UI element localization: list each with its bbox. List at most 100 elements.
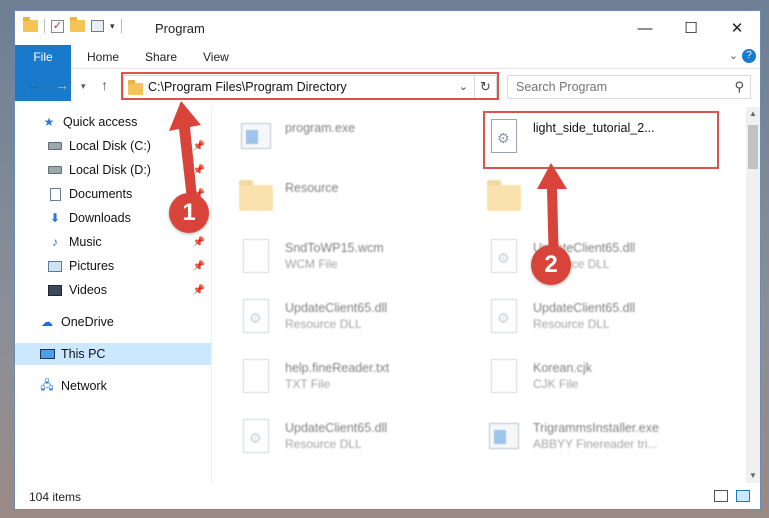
file-type: WCM File — [285, 257, 338, 271]
file-name: UpdateClient65.dll — [285, 301, 388, 315]
pin-icon[interactable]: 📌 — [193, 261, 205, 272]
music-icon: ♪ — [52, 235, 58, 249]
sidebar-item-label: Network — [61, 379, 107, 393]
search-input[interactable] — [516, 80, 716, 94]
toolbar-divider — [44, 19, 45, 33]
window-title: Program — [155, 21, 205, 36]
sidebar-item-videos[interactable]: Videos 📌 — [15, 279, 211, 301]
new-folder-icon[interactable] — [70, 17, 85, 32]
document-icon — [47, 187, 63, 201]
drive-icon — [47, 139, 63, 153]
sidebar-item-label: Downloads — [69, 211, 131, 225]
target-file-highlight-box — [483, 111, 719, 169]
customize-dropdown-icon[interactable]: ▾ — [110, 21, 115, 32]
exe-icon — [239, 119, 273, 159]
folder-icon — [487, 179, 521, 219]
sidebar-item-label: This PC — [61, 347, 106, 361]
star-icon: ★ — [43, 115, 55, 129]
file-icon — [239, 359, 273, 399]
dll-icon: ⚙ — [239, 419, 273, 459]
sidebar-item-label: Videos — [69, 283, 107, 297]
file-item[interactable]: program.exe — [215, 111, 455, 167]
back-arrow-icon[interactable]: ← — [27, 77, 41, 93]
file-item[interactable]: ⚙ UpdateClient65.dll Resource DLL — [215, 291, 455, 347]
close-button[interactable]: ✕ — [714, 11, 760, 45]
file-item[interactable]: help.fineReader.txt TXT File — [215, 351, 455, 407]
pin-icon[interactable]: 📌 — [193, 285, 205, 296]
help-icon[interactable]: ? — [742, 49, 756, 63]
forward-arrow-icon[interactable]: → — [55, 77, 69, 93]
file-name: SndToWP15.wcm — [285, 241, 384, 255]
file-name: Korean.cjk — [533, 361, 593, 375]
dll-icon: ⚙ — [487, 239, 521, 279]
minimize-button[interactable]: — — [622, 11, 668, 45]
tab-share[interactable]: Share — [133, 45, 189, 69]
file-name: help.fineReader.txt — [285, 361, 390, 375]
folder-icon[interactable] — [23, 17, 38, 32]
network-icon: 🖧 — [40, 377, 54, 392]
properties-check-icon[interactable]: ✓ — [51, 19, 64, 33]
sidebar-item-label: Local Disk (D:) — [69, 163, 151, 177]
file-item[interactable]: TrigrammsInstaller.exe ABBYY Finereader … — [463, 411, 703, 467]
navigation-bar: ← → ▾ ↑ C:\Program Files\Program Directo… — [15, 69, 760, 103]
file-icon — [487, 359, 521, 399]
large-icons-view-icon[interactable] — [736, 490, 750, 502]
file-type: CJK File — [533, 377, 579, 391]
ribbon: File Home Share View ⌄ ? — [15, 45, 760, 101]
tab-home[interactable]: Home — [75, 45, 131, 69]
toolbar-divider — [120, 19, 122, 33]
pictures-icon — [47, 259, 63, 273]
file-type: ABBYY Finereader tri... — [533, 437, 658, 451]
sidebar-item-label: Documents — [69, 187, 133, 201]
file-item[interactable]: Korean.cjk CJK File — [463, 351, 703, 407]
status-bar: 104 items — [15, 485, 760, 509]
sidebar-item-label: Local Disk (C:) — [69, 139, 151, 153]
file-name: UpdateClient65.dll — [285, 421, 388, 435]
file-name: Resource — [285, 181, 339, 195]
file-type: TXT File — [285, 377, 331, 391]
tab-view[interactable]: View — [191, 45, 241, 69]
installer-icon — [487, 419, 521, 459]
details-view-icon[interactable] — [714, 490, 728, 502]
file-item[interactable]: SndToWP15.wcm WCM File — [215, 231, 455, 287]
dll-icon: ⚙ — [487, 299, 521, 339]
file-type: Resource DLL — [285, 437, 362, 451]
scroll-up-icon[interactable]: ▲ — [746, 107, 760, 121]
sidebar-item-label: Music — [69, 235, 102, 249]
address-highlight-box — [121, 72, 499, 100]
scroll-down-icon[interactable]: ▼ — [746, 469, 760, 483]
download-icon: ⬇ — [49, 211, 61, 225]
scrollbar-thumb[interactable] — [748, 125, 758, 169]
recent-locations-icon[interactable]: ▾ — [81, 81, 86, 92]
file-item[interactable]: ⚙ UpdateClient65.dll Resource DLL — [463, 291, 703, 347]
sidebar-item-this-pc[interactable]: This PC — [15, 343, 211, 365]
expand-ribbon-icon[interactable]: ⌄ — [729, 49, 738, 62]
properties-icon[interactable] — [91, 20, 104, 32]
file-name: UpdateClient65.dll — [533, 301, 636, 315]
pin-icon[interactable]: 📌 — [193, 237, 205, 248]
window-controls: — ☐ ✕ — [622, 11, 760, 45]
drive-icon — [47, 163, 63, 177]
computer-icon — [39, 347, 55, 361]
maximize-button[interactable]: ☐ — [668, 11, 714, 45]
dll-icon: ⚙ — [239, 299, 273, 339]
sidebar-item-onedrive[interactable]: ☁ OneDrive — [15, 311, 211, 333]
quick-access-toolbar: ✓ ▾ — [23, 17, 122, 33]
sidebar-item-label: OneDrive — [61, 315, 114, 329]
file-icon — [239, 239, 273, 279]
cloud-icon: ☁ — [41, 315, 53, 329]
explorer-window: ✓ ▾ Program — ☐ ✕ File Home Share View ⌄… — [14, 10, 761, 510]
videos-icon — [47, 283, 63, 297]
file-item[interactable]: Resource — [215, 171, 455, 227]
search-box[interactable]: ⚲ — [507, 75, 751, 99]
file-name: program.exe — [285, 121, 356, 135]
sidebar-item-network[interactable]: 🖧 Network — [15, 375, 211, 397]
search-icon[interactable]: ⚲ — [734, 79, 744, 95]
up-arrow-icon[interactable]: ↑ — [101, 77, 108, 93]
file-item[interactable]: ⚙ UpdateClient65.dll Resource DLL — [215, 411, 455, 467]
vertical-scrollbar[interactable]: ▲ ▼ — [746, 107, 760, 483]
title-bar: ✓ ▾ Program — ☐ ✕ — [15, 11, 760, 45]
view-switcher — [714, 490, 750, 502]
item-count: 104 items — [29, 490, 82, 504]
sidebar-item-pictures[interactable]: Pictures 📌 — [15, 255, 211, 277]
